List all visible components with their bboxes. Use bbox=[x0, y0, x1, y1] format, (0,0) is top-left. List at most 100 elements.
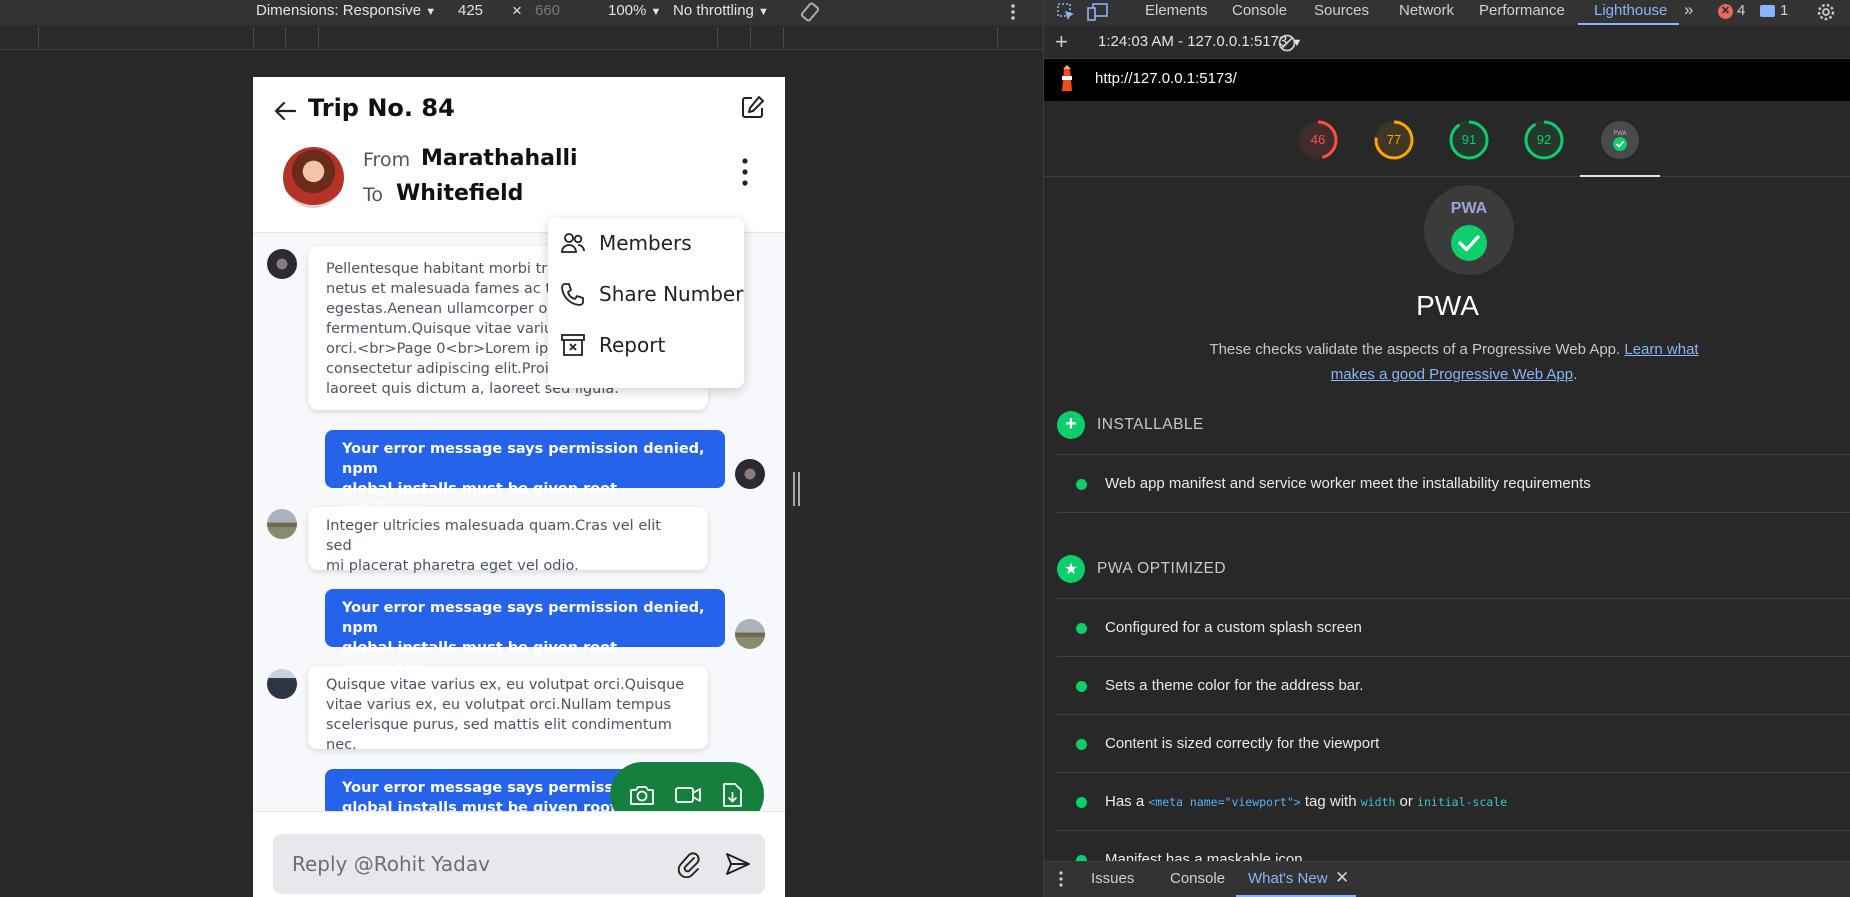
pass-indicator bbox=[1076, 479, 1087, 490]
to-label: To bbox=[363, 184, 384, 206]
report-url[interactable]: http://127.0.0.1:5173/ bbox=[1095, 70, 1237, 87]
pwa-badge-small[interactable]: PWA bbox=[1600, 120, 1640, 160]
device-toolbar-icon[interactable] bbox=[1087, 2, 1109, 22]
audit-row[interactable]: Sets a theme color for the address bar. bbox=[1057, 657, 1850, 715]
score-gauges: 46 77 91 92 PWA bbox=[1044, 101, 1850, 177]
menu-item-report[interactable]: Report bbox=[548, 320, 744, 370]
drawer-menu-icon[interactable] bbox=[1058, 870, 1064, 888]
message-line: vitae varius ex, eu volutpat orci.Nullam… bbox=[326, 697, 671, 713]
trip-header: Trip No. 84 From Marathahalli To Whitefi… bbox=[253, 77, 785, 233]
drawer-tab-console[interactable]: Console bbox=[1170, 870, 1225, 887]
times-sign: × bbox=[512, 1, 522, 20]
more-tabs-icon[interactable]: » bbox=[1684, 0, 1693, 20]
throttling-dropdown[interactable]: No throttling ▼ bbox=[673, 2, 769, 19]
pass-indicator bbox=[1076, 623, 1087, 634]
menu-item-label: Share Number bbox=[599, 282, 744, 306]
lighthouse-logo-icon bbox=[1062, 65, 1072, 91]
device-emulation-pane: Dimensions: Responsive ▼ 425 × 660 100% … bbox=[0, 0, 1043, 897]
lighthouse-toolbar: + 1:24:03 AM - 127.0.0.1:5173 ▼ bbox=[1044, 25, 1850, 59]
menu-item-members[interactable]: Members bbox=[548, 218, 744, 268]
category-title: PWA bbox=[1416, 290, 1479, 321]
audit-title: Has a <meta name="viewport"> tag with wi… bbox=[1105, 793, 1508, 810]
report-selector[interactable]: 1:24:03 AM - 127.0.0.1:5173 ▼ bbox=[1098, 33, 1302, 50]
back-arrow-icon[interactable] bbox=[273, 98, 299, 124]
settings-gear-icon[interactable] bbox=[1816, 2, 1836, 22]
zoom-dropdown[interactable]: 100% ▼ bbox=[608, 2, 661, 19]
rotate-icon[interactable] bbox=[799, 1, 821, 23]
camera-icon[interactable] bbox=[628, 781, 656, 809]
devtools-panel: Elements Console Sources Network Perform… bbox=[1043, 0, 1850, 897]
menu-item-label: Members bbox=[599, 231, 692, 255]
sender-avatar bbox=[267, 249, 297, 279]
tab-network[interactable]: Network bbox=[1399, 2, 1454, 19]
sender-avatar bbox=[267, 509, 297, 539]
resize-handle[interactable] bbox=[793, 472, 800, 506]
tab-sources[interactable]: Sources bbox=[1314, 2, 1369, 19]
message-incoming: Quisque vitae varius ex, eu volutpat orc… bbox=[308, 666, 708, 753]
inspect-element-icon[interactable] bbox=[1056, 2, 1076, 22]
to-location: Whitefield bbox=[396, 181, 524, 206]
tab-lighthouse[interactable]: Lighthouse bbox=[1594, 2, 1667, 19]
document-icon[interactable] bbox=[718, 781, 746, 809]
menu-item-share-number[interactable]: Share Number bbox=[548, 269, 744, 319]
audit-row[interactable]: Web app manifest and service worker meet… bbox=[1057, 455, 1850, 513]
report-icon bbox=[561, 334, 585, 356]
paperclip-icon[interactable] bbox=[676, 850, 702, 878]
tab-console[interactable]: Console bbox=[1232, 2, 1287, 19]
phone-icon bbox=[561, 283, 584, 306]
user-avatar bbox=[735, 619, 765, 649]
audit-title: Manifest has a maskable icon bbox=[1105, 851, 1303, 861]
score-gauge[interactable]: 77 bbox=[1374, 120, 1414, 160]
score-value: 46 bbox=[1310, 132, 1326, 147]
video-icon[interactable] bbox=[674, 781, 702, 809]
message-outgoing: Your error message says permission denie… bbox=[325, 589, 725, 676]
plus-circle-icon: + bbox=[1057, 411, 1085, 439]
audit-row[interactable]: Content is sized correctly for the viewp… bbox=[1057, 715, 1850, 773]
user-avatar bbox=[735, 459, 765, 489]
audit-row[interactable]: Has a <meta name="viewport"> tag with wi… bbox=[1057, 773, 1850, 831]
clear-icon[interactable] bbox=[1277, 33, 1297, 53]
kebab-menu-icon[interactable] bbox=[740, 157, 750, 187]
width-input[interactable]: 425 bbox=[458, 2, 483, 19]
report-url-bar: http://127.0.0.1:5173/ bbox=[1044, 59, 1850, 101]
score-gauge[interactable]: 46 bbox=[1298, 120, 1338, 160]
error-count[interactable]: 4 bbox=[1737, 2, 1745, 19]
audit-row[interactable]: Manifest has a maskable icon bbox=[1057, 831, 1850, 861]
driver-avatar bbox=[283, 147, 344, 208]
message-line: Quisque vitae varius ex, eu volutpat orc… bbox=[326, 677, 685, 693]
issues-icon bbox=[1760, 5, 1775, 17]
drawer-tab-whats-new[interactable]: What's New bbox=[1248, 870, 1328, 887]
section-pwa-optimized: ★ PWA OPTIMIZED bbox=[1057, 552, 1850, 584]
score-value: 92 bbox=[1536, 132, 1552, 147]
message-line: Your error message says permission denie… bbox=[342, 600, 705, 636]
dimensions-dropdown[interactable]: Dimensions: Responsive ▼ bbox=[256, 2, 436, 19]
message-line: mi placerat pharetra eget vel odio. bbox=[326, 558, 579, 574]
devtools-drawer: Issues Console What's New ✕ bbox=[1044, 861, 1850, 897]
edit-icon[interactable] bbox=[740, 94, 766, 120]
tab-performance[interactable]: Performance bbox=[1479, 2, 1565, 19]
score-gauge[interactable]: 91 bbox=[1449, 120, 1489, 160]
audit-row[interactable]: Configured for a custom splash screen bbox=[1057, 599, 1850, 657]
score-value: 77 bbox=[1386, 132, 1402, 147]
score-gauge[interactable]: 92 bbox=[1524, 120, 1564, 160]
reply-input[interactable]: Reply @Rohit Yadav bbox=[273, 834, 765, 894]
from-location: Marathahalli bbox=[421, 146, 578, 171]
pass-indicator bbox=[1076, 681, 1087, 692]
new-report-icon[interactable]: + bbox=[1055, 29, 1068, 55]
menu-item-label: Report bbox=[599, 333, 666, 357]
message-line: Your error message says permission denie… bbox=[342, 441, 705, 477]
close-icon[interactable]: ✕ bbox=[1335, 868, 1349, 888]
error-icon: ✕ bbox=[1718, 4, 1733, 19]
tab-elements[interactable]: Elements bbox=[1145, 2, 1208, 19]
pwa-badge-large: PWA bbox=[1424, 185, 1514, 275]
section-title: PWA OPTIMIZED bbox=[1097, 560, 1227, 577]
members-icon bbox=[561, 233, 585, 253]
reply-bar: Reply @Rohit Yadav bbox=[253, 811, 785, 897]
media-query-ruler bbox=[0, 25, 1043, 50]
more-options-icon[interactable] bbox=[1009, 2, 1017, 22]
emulation-toolbar: Dimensions: Responsive ▼ 425 × 660 100% … bbox=[0, 0, 1043, 25]
issue-count[interactable]: 1 bbox=[1780, 2, 1788, 19]
drawer-tab-issues[interactable]: Issues bbox=[1091, 870, 1134, 887]
height-input[interactable]: 660 bbox=[535, 2, 560, 19]
send-icon[interactable] bbox=[725, 852, 751, 876]
